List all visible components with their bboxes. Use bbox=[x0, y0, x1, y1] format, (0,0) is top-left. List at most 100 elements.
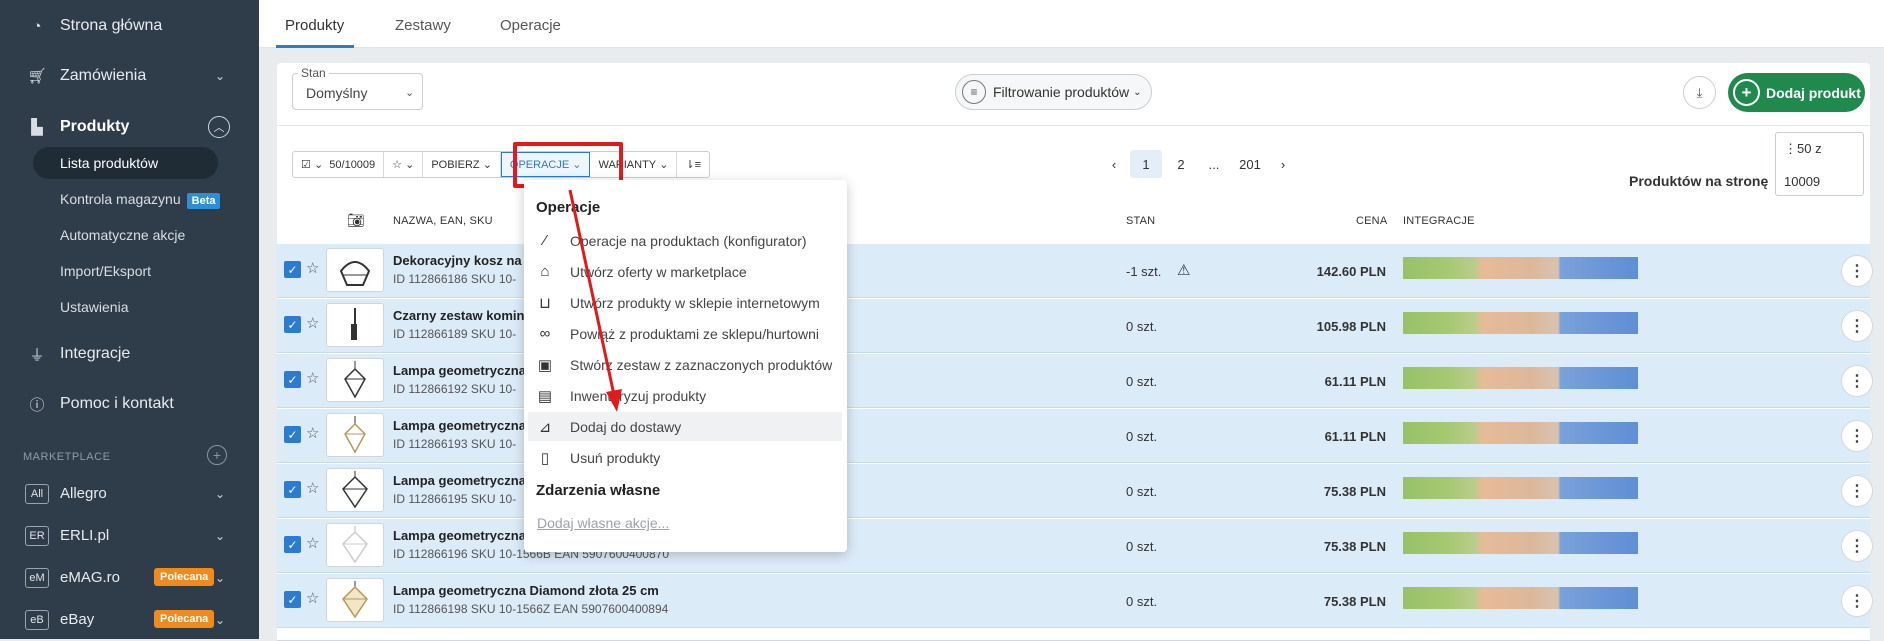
product-thumbnail bbox=[326, 248, 384, 292]
row-checkbox[interactable]: ✓ bbox=[284, 591, 301, 608]
product-name[interactable]: Lampa geometryczna bbox=[393, 363, 526, 378]
row-checkbox[interactable]: ✓ bbox=[284, 426, 301, 443]
page-1[interactable]: 1 bbox=[1130, 150, 1162, 178]
integrations-bar bbox=[1403, 422, 1638, 444]
row-menu-icon[interactable]: ⋮ bbox=[1841, 365, 1873, 397]
menu-item-create-in-shop[interactable]: ⊔ Utwórz produkty w sklepie internetowym bbox=[528, 288, 842, 317]
integrations-bar bbox=[1403, 532, 1638, 554]
row-checkbox[interactable]: ✓ bbox=[284, 481, 301, 498]
download-button[interactable]: ⤓ bbox=[1683, 76, 1716, 109]
recommended-badge: Polecana bbox=[154, 568, 215, 586]
nav-products[interactable]: ▙ Produkty ︿ bbox=[0, 109, 259, 145]
marketplace-allegro[interactable]: All Allegro ⌄ bbox=[0, 479, 259, 509]
nav-integrations[interactable]: ⏚ Integracje bbox=[0, 336, 259, 372]
row-menu-icon[interactable]: ⋮ bbox=[1841, 255, 1873, 287]
chevron-down-icon: ⌄ bbox=[214, 487, 225, 501]
header-integrations: INTEGRACJE bbox=[1403, 215, 1475, 227]
nav-orders[interactable]: 🛒︎ Zamówienia ⌄ bbox=[0, 58, 259, 94]
page-ellipsis: ... bbox=[1208, 156, 1220, 172]
menu-item-link-products[interactable]: ∞ Powiąż z produktami ze sklepu/hurtowni bbox=[528, 319, 842, 348]
marketplace-erli[interactable]: ER ERLI.pl ⌄ bbox=[0, 521, 259, 551]
prev-page-icon[interactable]: ‹ bbox=[1103, 150, 1125, 178]
star-icon[interactable]: ☆ bbox=[306, 534, 319, 552]
product-stock: 0 szt. bbox=[1126, 484, 1158, 499]
menu-item-inventory[interactable]: ▤ Inwentaryzuj produkty bbox=[528, 381, 842, 410]
link-icon: ∞ bbox=[539, 325, 551, 342]
star-icon[interactable]: ☆ bbox=[306, 479, 319, 497]
factory-icon: ▙ bbox=[31, 119, 43, 136]
table-row[interactable] bbox=[277, 629, 1870, 641]
chevron-down-icon: ⌄ bbox=[214, 613, 225, 627]
page-201[interactable]: 201 bbox=[1232, 150, 1268, 178]
tab-products[interactable]: Produkty bbox=[285, 17, 344, 34]
product-name[interactable]: Lampa geometryczna bbox=[393, 473, 526, 488]
row-checkbox[interactable]: ✓ bbox=[284, 371, 301, 388]
magic-wand-icon: ⁄ bbox=[543, 232, 547, 249]
marketplace-emag[interactable]: eM eMAG.ro Polecana ⌄ bbox=[0, 563, 259, 593]
row-menu-icon[interactable]: ⋮ bbox=[1841, 530, 1873, 562]
product-name[interactable]: Lampa geometryczna bbox=[393, 418, 526, 433]
product-meta: ID 112866189 SKU 10- bbox=[393, 327, 517, 341]
menu-item-delete[interactable]: ▯ Usuń produkty bbox=[528, 443, 842, 472]
row-checkbox[interactable]: ✓ bbox=[284, 261, 301, 278]
add-custom-actions-link[interactable]: Dodaj własne akcje... bbox=[537, 515, 669, 531]
tab-operations[interactable]: Operacje bbox=[500, 17, 561, 34]
product-thumbnail bbox=[326, 413, 384, 457]
favorite-filter[interactable]: ☆ ⌄ bbox=[384, 152, 424, 177]
star-icon[interactable]: ☆ bbox=[306, 314, 319, 332]
camera-icon: 📷︎ bbox=[347, 212, 365, 228]
nav-dashboard[interactable]: ◔ Strona główna bbox=[0, 8, 259, 44]
product-name[interactable]: Czarny zestaw komin bbox=[393, 308, 525, 323]
add-marketplace-icon[interactable]: + bbox=[207, 445, 227, 465]
help-icon: ⓘ bbox=[29, 396, 45, 414]
integrations-bar bbox=[1403, 367, 1638, 389]
row-menu-icon[interactable]: ⋮ bbox=[1841, 420, 1873, 452]
sub-item-stock-control[interactable]: Kontrola magazynu Beta bbox=[60, 191, 221, 209]
menu-item-configurator[interactable]: ⁄ Operacje na produktach (konfigurator) bbox=[528, 226, 842, 255]
product-meta: ID 112866198 SKU 10-1566Z EAN 5907600400… bbox=[393, 602, 669, 616]
per-page-select[interactable]: ⋮50 z bbox=[1784, 141, 1822, 157]
product-meta: ID 112866192 SKU 10- bbox=[393, 382, 517, 396]
star-icon[interactable]: ☆ bbox=[306, 369, 319, 387]
integrations-bar bbox=[1403, 477, 1638, 499]
menu-item-create-offers[interactable]: ⌂ Utwórz oferty w marketplace bbox=[528, 257, 842, 286]
row-menu-icon[interactable]: ⋮ bbox=[1841, 475, 1873, 507]
bulk-toolbar: ☑ ⌄ 50/10009 ☆ ⌄ POBIERZ ⌄ OPERACJE ⌄ WA… bbox=[292, 151, 711, 178]
row-checkbox[interactable]: ✓ bbox=[284, 536, 301, 553]
nav-help[interactable]: ⓘ Pomoc i kontakt bbox=[0, 386, 259, 422]
header-name: NAZWA, EAN, SKU bbox=[393, 215, 493, 227]
marketplace-ebay[interactable]: eB eBay Polecana ⌄ bbox=[0, 605, 259, 635]
sub-item-settings[interactable]: Ustawienia bbox=[60, 299, 128, 315]
pobierz-button[interactable]: POBIERZ ⌄ bbox=[423, 152, 501, 177]
sort-button[interactable]: ⇂≡ bbox=[677, 152, 709, 177]
bag-icon: ⌂ bbox=[540, 263, 550, 280]
star-icon[interactable]: ☆ bbox=[306, 259, 319, 277]
chevron-up-icon[interactable]: ︿ bbox=[208, 116, 230, 138]
add-product-button[interactable]: + Dodaj produkt bbox=[1728, 73, 1865, 112]
product-name[interactable]: Lampa geometryczna bbox=[393, 528, 526, 543]
product-price: 61.11 PLN bbox=[1324, 429, 1386, 444]
plus-icon: + bbox=[1733, 79, 1760, 106]
filter-products-button[interactable]: ≡ Filtrowanie produktów ⌄ bbox=[955, 74, 1152, 110]
row-menu-icon[interactable]: ⋮ bbox=[1841, 585, 1873, 617]
product-name[interactable]: Lampa geometryczna Diamond złota 25 cm bbox=[393, 583, 659, 598]
product-price: 75.38 PLN bbox=[1323, 539, 1386, 554]
menu-item-create-bundle[interactable]: ▣ Stwórz zestaw z zaznaczonych produktów bbox=[528, 350, 842, 379]
row-menu-icon[interactable]: ⋮ bbox=[1841, 310, 1873, 342]
sub-item-import-export[interactable]: Import/Eksport bbox=[60, 263, 151, 279]
select-all-toggle[interactable]: ☑ ⌄ 50/10009 bbox=[293, 152, 385, 177]
row-checkbox[interactable]: ✓ bbox=[284, 316, 301, 333]
next-page-icon[interactable]: › bbox=[1272, 150, 1294, 178]
page-2[interactable]: 2 bbox=[1166, 150, 1196, 178]
star-icon[interactable]: ☆ bbox=[306, 589, 319, 607]
sub-item-product-list[interactable]: Lista produktów bbox=[60, 155, 158, 171]
product-name[interactable]: Dekoracyjny kosz na d bbox=[393, 253, 533, 268]
product-thumbnail bbox=[326, 358, 384, 402]
sub-item-auto-actions[interactable]: Automatyczne akcje bbox=[60, 227, 185, 243]
chevron-down-icon: ⌄ bbox=[214, 529, 225, 543]
menu-item-add-to-delivery[interactable]: ⊿ Dodaj do dostawy bbox=[528, 412, 842, 441]
star-icon[interactable]: ☆ bbox=[306, 424, 319, 442]
tab-bundles[interactable]: Zestawy bbox=[395, 17, 451, 34]
active-tab-indicator bbox=[276, 45, 354, 48]
divider bbox=[277, 125, 1870, 126]
